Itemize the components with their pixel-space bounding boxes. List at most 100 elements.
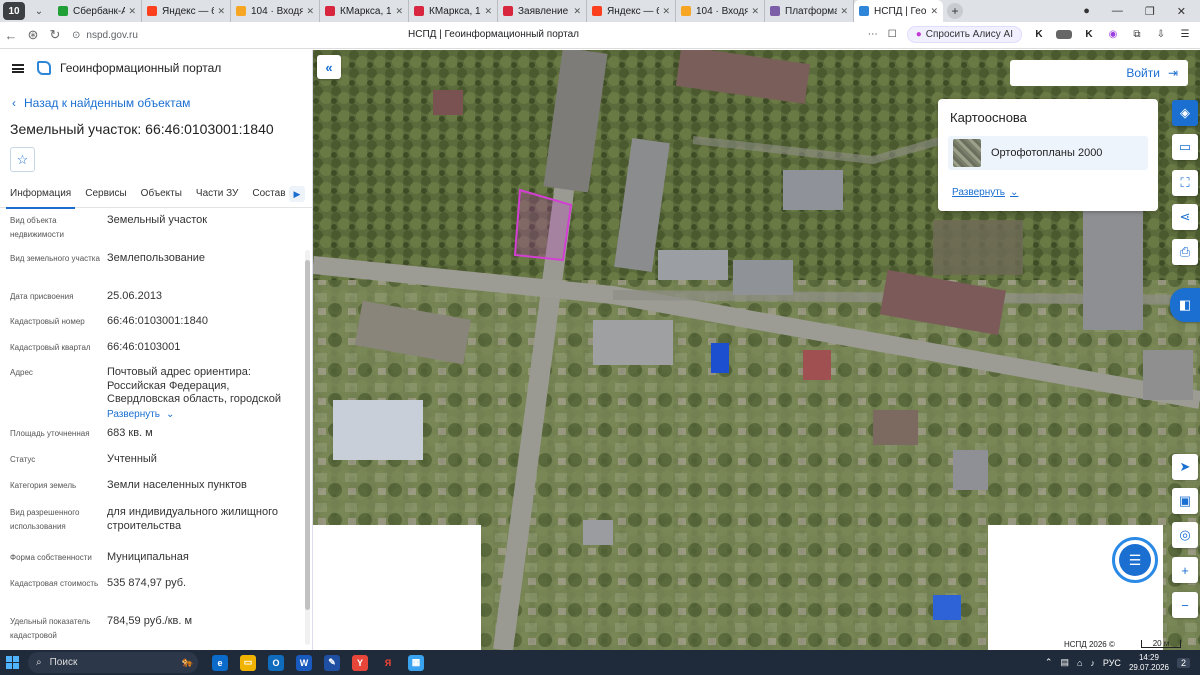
browser-menu-icon[interactable]: ☰ bbox=[1178, 28, 1192, 42]
input-language[interactable]: РУС bbox=[1103, 658, 1121, 668]
network-icon[interactable]: ⌂ bbox=[1077, 658, 1082, 668]
share-icon[interactable]: ⋖ bbox=[1172, 204, 1198, 230]
tab-close-icon[interactable]: ✕ bbox=[484, 6, 492, 17]
extensions-puzzle-icon[interactable]: ⧉ bbox=[1130, 28, 1144, 42]
tabs-scroll-right-icon[interactable]: ▶ bbox=[289, 186, 305, 202]
tray-chevron-up-icon[interactable]: ⌃ bbox=[1045, 657, 1053, 668]
chat-assistant-button[interactable]: ☰ bbox=[1112, 537, 1158, 583]
tab-close-icon[interactable]: ✕ bbox=[930, 6, 938, 17]
tab-close-icon[interactable]: ✕ bbox=[751, 6, 759, 17]
property-value-text: 535 874,97 руб. bbox=[107, 577, 187, 589]
zoom-in-button[interactable]: + bbox=[1172, 557, 1198, 583]
browser-tab[interactable]: КМаркса, 19 (2).р✕ bbox=[320, 0, 409, 22]
store-icon[interactable]: ▦ bbox=[408, 654, 424, 671]
new-tab-button[interactable]: + bbox=[947, 3, 963, 19]
downloads-icon[interactable]: ⇩ bbox=[1154, 28, 1168, 42]
url-field[interactable]: ⊙ nspd.gov.ru bbox=[72, 30, 372, 41]
browser-tab[interactable]: 104 · Входящие -✕ bbox=[676, 0, 765, 22]
property-key: Кадастровый номер bbox=[10, 317, 85, 326]
browser-tab[interactable]: Яндекс — быстры✕ bbox=[142, 0, 231, 22]
explorer-folder-icon[interactable]: ▭ bbox=[240, 654, 256, 671]
outlook-icon[interactable]: O bbox=[268, 654, 284, 671]
yandex-shield-icon[interactable]: ⊛ bbox=[22, 27, 44, 43]
area-select-icon[interactable]: ⛶ bbox=[1172, 170, 1198, 196]
volume-icon[interactable]: ♪ bbox=[1090, 658, 1095, 668]
minimap-icon[interactable]: ▣ bbox=[1172, 488, 1198, 514]
address-expand-link[interactable]: Развернуть ⌄ bbox=[107, 408, 285, 422]
basemap-option[interactable]: Ортофотопланы 2000 bbox=[948, 136, 1148, 170]
property-key: Кадастровый квартал bbox=[10, 343, 91, 352]
maximize-button[interactable]: ❐ bbox=[1145, 5, 1155, 18]
zoom-out-button[interactable]: − bbox=[1172, 592, 1198, 618]
browser-tab[interactable]: 104 · Входящие -✕ bbox=[231, 0, 320, 22]
tab-list-chevron-icon[interactable]: ⌄ bbox=[31, 3, 47, 19]
more-menu-icon[interactable]: ⋯ bbox=[868, 29, 878, 40]
tab-4[interactable]: Состав bbox=[252, 180, 285, 208]
tray-app-icon[interactable]: ▤ bbox=[1060, 657, 1069, 668]
map-view[interactable]: « Войти ⇥ Картооснова Ортофотопланы 2000… bbox=[313, 50, 1200, 650]
yandex-icon[interactable]: Я bbox=[380, 655, 396, 671]
word-icon[interactable]: W bbox=[296, 654, 312, 671]
notifications-icon[interactable]: 2 bbox=[1176, 657, 1190, 668]
geolocation-icon[interactable]: ◎ bbox=[1172, 522, 1198, 548]
property-value: Муниципальная bbox=[107, 551, 285, 565]
browser-tab[interactable]: Сбербанк-АСТ - Э✕ bbox=[53, 0, 142, 22]
tab-3[interactable]: Части ЗУ bbox=[196, 180, 238, 208]
layers-icon[interactable]: ◈ bbox=[1172, 100, 1198, 126]
windows-start-icon[interactable] bbox=[0, 656, 24, 669]
back-to-results-link[interactable]: ‹ Назад к найденным объектам bbox=[12, 96, 190, 110]
browser-tab[interactable]: НСПД | Геоинф✕ bbox=[854, 0, 943, 22]
clock[interactable]: 14:29 29.07.2026 bbox=[1129, 653, 1169, 673]
tab-close-icon[interactable]: ✕ bbox=[217, 6, 225, 17]
profile-icon[interactable]: ● bbox=[1083, 5, 1090, 17]
close-window-button[interactable]: ✕ bbox=[1177, 5, 1186, 18]
tab-close-icon[interactable]: ✕ bbox=[128, 6, 136, 17]
navigate-arrow-icon[interactable]: ➤ bbox=[1172, 454, 1198, 480]
collapse-panel-button[interactable]: « bbox=[317, 55, 341, 79]
tab-close-icon[interactable]: ✕ bbox=[840, 6, 848, 17]
browser-tab[interactable]: КМаркса, 19 (1).р✕ bbox=[409, 0, 498, 22]
property-value: 683 кв. м bbox=[107, 427, 285, 441]
property-value: для индивидуального жилищного строительс… bbox=[107, 506, 285, 533]
yandex-browser-icon[interactable]: Y bbox=[352, 654, 368, 671]
hamburger-menu-icon[interactable] bbox=[12, 63, 24, 73]
browser-tab[interactable]: Платформа госуд✕ bbox=[765, 0, 854, 22]
tab-close-icon[interactable]: ✕ bbox=[306, 6, 314, 17]
ruler-icon[interactable]: ▭ bbox=[1172, 134, 1198, 160]
tab-counter[interactable]: 10 bbox=[3, 2, 25, 20]
panel-scrollbar[interactable] bbox=[305, 250, 310, 645]
legend-toggle-icon[interactable]: ◧ bbox=[1170, 288, 1200, 322]
tab-0[interactable]: Информация bbox=[5, 180, 76, 209]
tab-1[interactable]: Сервисы bbox=[85, 180, 126, 208]
browser-tab[interactable]: Яндекс — быстры✕ bbox=[587, 0, 676, 22]
info-tabs: Информация Сервисы Объекты Части ЗУ Состав ▶ bbox=[0, 180, 312, 209]
map-scale-bar: 20 м bbox=[1141, 640, 1181, 648]
favorite-star-button[interactable]: ☆ bbox=[10, 147, 35, 172]
extension-card-icon[interactable] bbox=[1056, 30, 1072, 39]
extension-k2-icon[interactable]: K bbox=[1082, 28, 1096, 42]
tab-close-icon[interactable]: ✕ bbox=[573, 6, 581, 17]
taskbar-search[interactable]: ⌕ Поиск 🐅 bbox=[28, 652, 198, 673]
scrollbar-thumb[interactable] bbox=[305, 260, 310, 610]
tab-favicon-icon bbox=[770, 6, 780, 16]
back-arrow-icon[interactable]: ← bbox=[0, 28, 22, 43]
property-value: 66:46:0103001:1840 bbox=[107, 315, 285, 329]
ask-alice-button[interactable]: ● Спросить Алису AI bbox=[906, 26, 1022, 43]
basemap-expand-link[interactable]: Развернуть ⌄ bbox=[952, 187, 1018, 198]
login-button[interactable]: Войти ⇥ bbox=[1010, 60, 1188, 86]
extension-circle-icon[interactable]: ◉ bbox=[1106, 28, 1120, 42]
print-icon[interactable]: ⎙ bbox=[1172, 239, 1198, 265]
tab-2[interactable]: Объекты bbox=[141, 180, 182, 208]
reload-icon[interactable]: ↻ bbox=[44, 27, 66, 43]
tab-close-icon[interactable]: ✕ bbox=[662, 6, 670, 17]
browser-tab[interactable]: Заявление Торги✕ bbox=[498, 0, 587, 22]
login-label: Войти bbox=[1126, 66, 1160, 80]
notes-app-icon[interactable]: ✎ bbox=[324, 654, 340, 671]
basemap-panel: Картооснова Ортофотопланы 2000 Развернут… bbox=[938, 99, 1158, 211]
tab-close-icon[interactable]: ✕ bbox=[395, 6, 403, 17]
bookmark-icon[interactable]: ☐ bbox=[888, 29, 897, 40]
property-value-text: Земельный участок bbox=[107, 214, 208, 226]
extension-k-icon[interactable]: K bbox=[1032, 28, 1046, 42]
minimize-button[interactable]: — bbox=[1112, 5, 1123, 17]
edge-icon[interactable]: e bbox=[212, 654, 228, 671]
